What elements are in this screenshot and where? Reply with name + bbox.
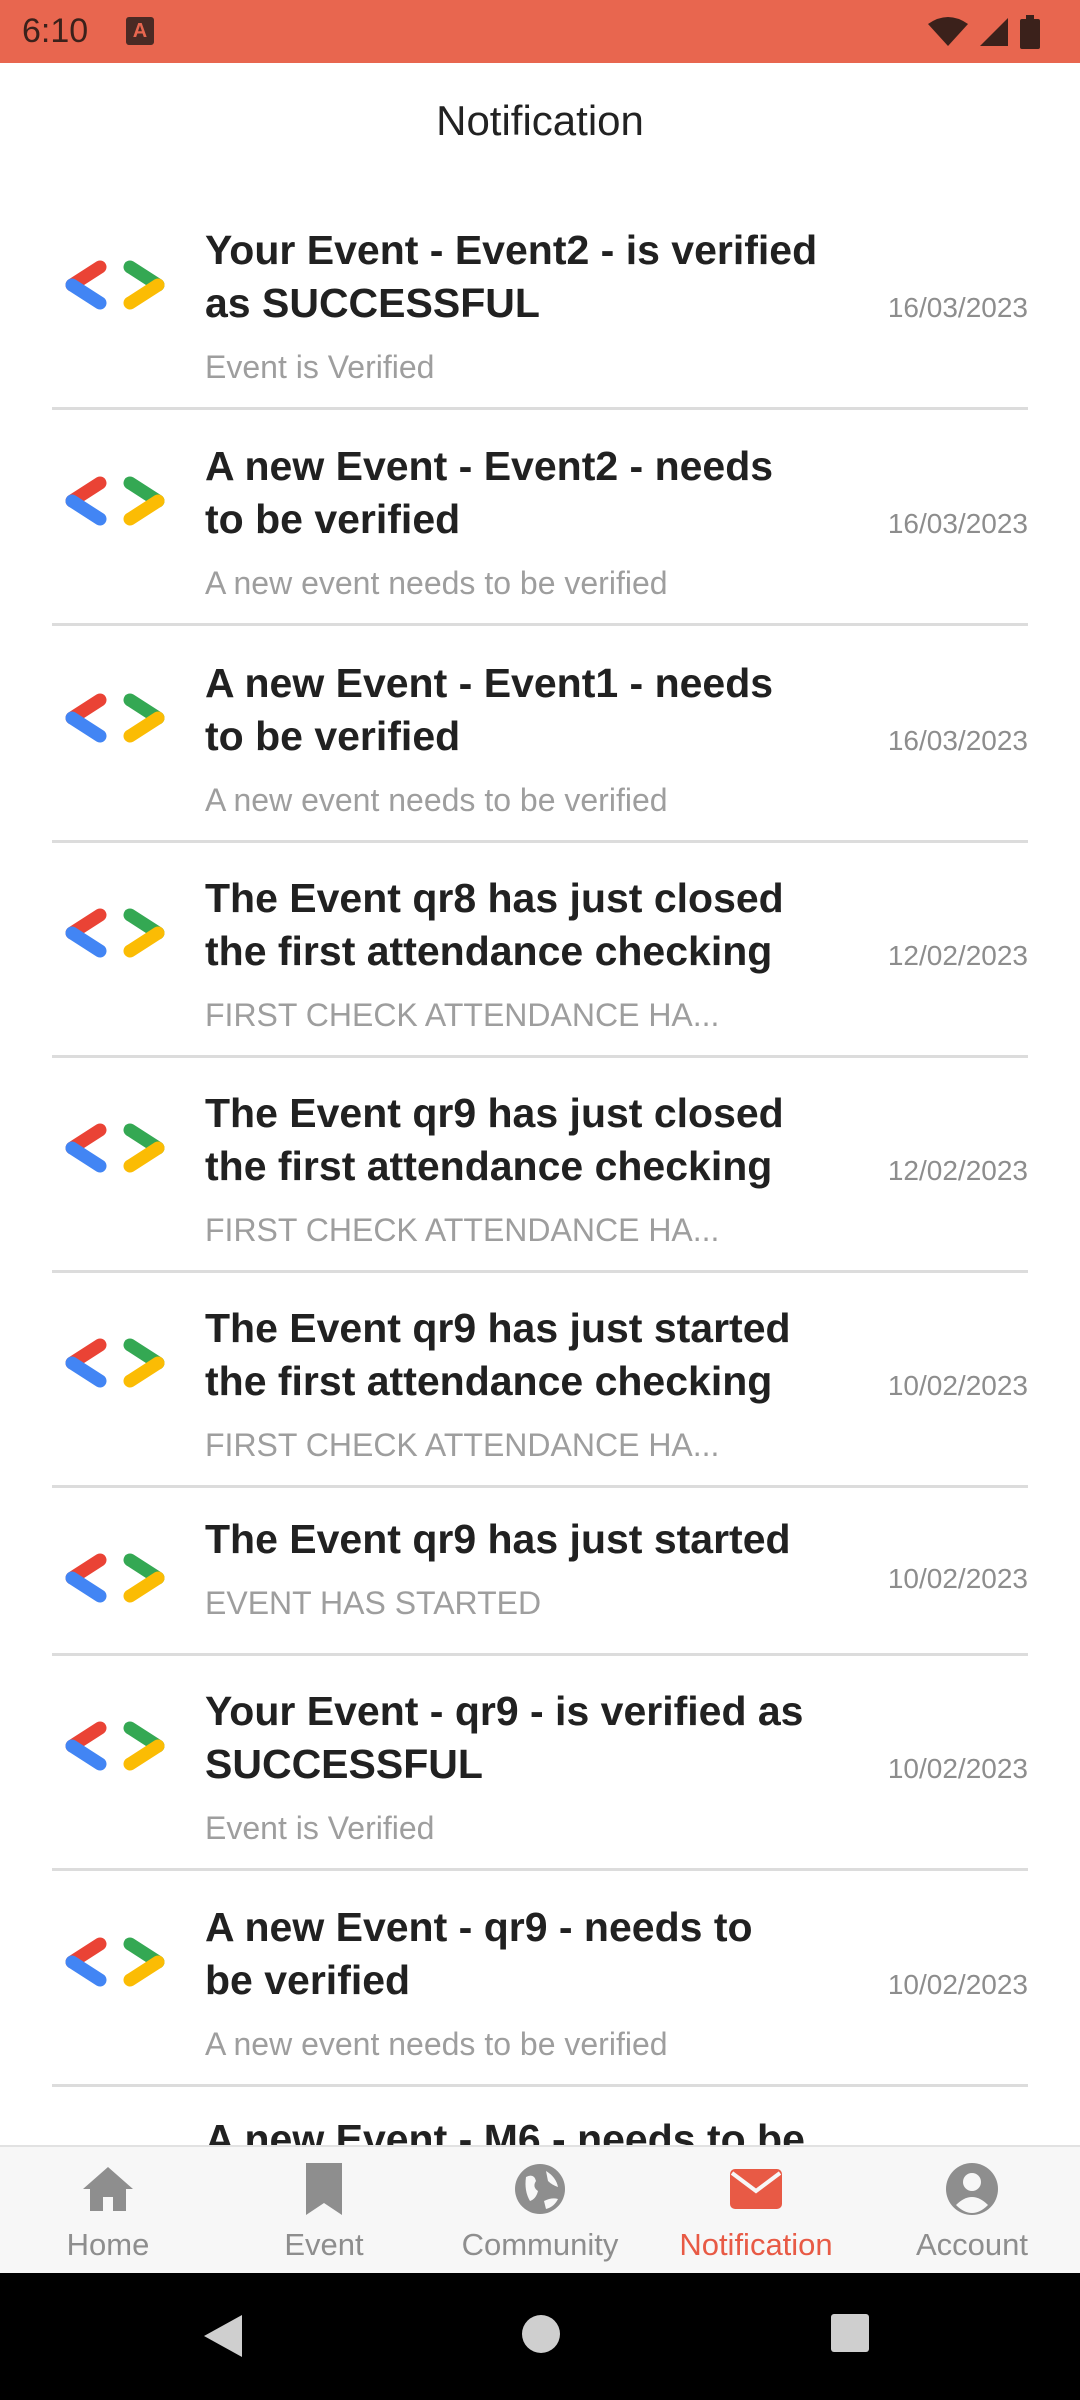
notification-date: 16/03/2023 [887, 292, 1028, 323]
notification-subtitle: EVENT HAS STARTED [205, 1585, 542, 1621]
notification-list[interactable]: Your Event - Event2 - is verified as SUCC… [0, 200, 1080, 2145]
nav-label: Account [915, 2227, 1028, 2262]
notification-subtitle: Event is Verified [205, 349, 435, 385]
envelope-icon [730, 2169, 782, 2209]
notification-item[interactable]: A new Event - qr9 - needs to be verified … [0, 1877, 1080, 2087]
notification-item[interactable]: A new Event - M6 - needs to be [0, 2093, 1080, 2145]
app-logo-icon [65, 1123, 165, 1173]
nav-event[interactable]: Event [216, 2147, 432, 2273]
page-title: Notification [436, 97, 644, 144]
notification-title: The Event qr8 has just closed the first a… [205, 875, 784, 974]
notification-title: The Event qr9 has just started the first … [205, 1305, 791, 1404]
notification-item[interactable]: Your Event - Event2 - is verified as SUCC… [0, 200, 1080, 410]
app-logo-icon [65, 476, 165, 526]
divider [52, 1055, 1028, 1058]
recents-icon[interactable] [830, 2313, 870, 2353]
notification-title: Your Event - qr9 - is verified as SUCCESS… [205, 1688, 804, 1787]
nav-community[interactable]: Community [432, 2147, 648, 2273]
notification-item[interactable]: The Event qr9 has just started the first … [0, 1278, 1080, 1488]
app-logo-icon [65, 693, 165, 743]
back-icon[interactable] [202, 2313, 244, 2359]
notification-item[interactable]: The Event qr9 has just started EVENT HAS… [0, 1493, 1080, 1661]
status-time: 6:10 [22, 12, 89, 50]
notification-date: 10/02/2023 [887, 1370, 1028, 1401]
notification-subtitle: A new event needs to be verified [205, 782, 668, 818]
status-bar: 6:10 A [0, 0, 1080, 63]
nav-account[interactable]: Account [864, 2147, 1080, 2273]
app-notification-icon: A [126, 17, 154, 45]
notification-subtitle: A new event needs to be verified [205, 565, 668, 601]
home-circle-icon[interactable] [520, 2313, 562, 2355]
notification-subtitle: A new event needs to be verified [205, 2026, 668, 2062]
notification-title: A new Event - Event2 - needs to be verifi… [205, 443, 774, 542]
status-icons [928, 12, 1040, 52]
nav-notification[interactable]: Notification [648, 2147, 864, 2273]
account-icon [946, 2163, 998, 2215]
home-icon [83, 2167, 133, 2211]
notification-item[interactable]: A new Event - Event2 - needs to be verifi… [0, 416, 1080, 626]
globe-icon [515, 2164, 565, 2214]
app-header: Notification [0, 63, 1080, 183]
nav-label: Event [284, 2227, 364, 2262]
notification-subtitle: FIRST CHECK ATTENDANCE HA... [205, 997, 720, 1033]
app-logo-icon [65, 260, 165, 310]
notification-date: 10/02/2023 [887, 1753, 1028, 1784]
notification-title: A new Event - Event1 - needs to be verifi… [205, 660, 774, 759]
divider [52, 623, 1028, 626]
notification-title: Your Event - Event2 - is verified as SUCC… [205, 227, 818, 326]
divider [52, 1868, 1028, 1871]
notification-item[interactable]: A new Event - Event1 - needs to be verifi… [0, 633, 1080, 843]
nav-home[interactable]: Home [0, 2147, 216, 2273]
cell-signal-icon [980, 18, 1008, 46]
app-logo-icon [65, 908, 165, 958]
divider [52, 1270, 1028, 1273]
app-logo-icon [65, 1338, 165, 1388]
notification-title: The Event qr9 has just started [205, 1516, 791, 1562]
notification-item[interactable]: Your Event - qr9 - is verified as SUCCESS… [0, 1661, 1080, 1871]
app-logo-icon [65, 1721, 165, 1771]
notification-date: 16/03/2023 [887, 508, 1028, 539]
notification-date: 16/03/2023 [887, 725, 1028, 756]
notification-item[interactable]: The Event qr9 has just closed the first a… [0, 1063, 1080, 1273]
nav-label: Home [66, 2227, 150, 2262]
bookmark-icon [306, 2163, 342, 2215]
battery-icon [1020, 15, 1040, 49]
notification-title: A new Event - M6 - needs to be [205, 2116, 805, 2145]
divider [52, 407, 1028, 410]
system-navigation-bar [0, 2273, 1080, 2400]
divider [52, 1485, 1028, 1488]
bottom-navigation: Home Event Community Notification Accoun… [0, 2145, 1080, 2273]
notification-date: 10/02/2023 [887, 1969, 1028, 2000]
divider [52, 1653, 1028, 1656]
notification-title: A new Event - qr9 - needs to be verified [205, 1904, 753, 2003]
notification-date: 12/02/2023 [887, 1155, 1028, 1186]
notification-subtitle: FIRST CHECK ATTENDANCE HA... [205, 1212, 720, 1248]
wifi-icon [928, 17, 968, 46]
divider [52, 840, 1028, 843]
notification-date: 10/02/2023 [887, 1563, 1028, 1594]
app-logo-icon [65, 1937, 165, 1987]
app-logo-icon [65, 1553, 165, 1603]
notification-subtitle: FIRST CHECK ATTENDANCE HA... [205, 1427, 720, 1463]
notification-item[interactable]: The Event qr8 has just closed the first a… [0, 848, 1080, 1058]
nav-label: Community [461, 2227, 619, 2262]
divider [52, 2084, 1028, 2087]
notification-subtitle: Event is Verified [205, 1810, 435, 1846]
notification-date: 12/02/2023 [887, 940, 1028, 971]
nav-label: Notification [679, 2227, 833, 2262]
notification-title: The Event qr9 has just closed the first a… [205, 1090, 784, 1189]
